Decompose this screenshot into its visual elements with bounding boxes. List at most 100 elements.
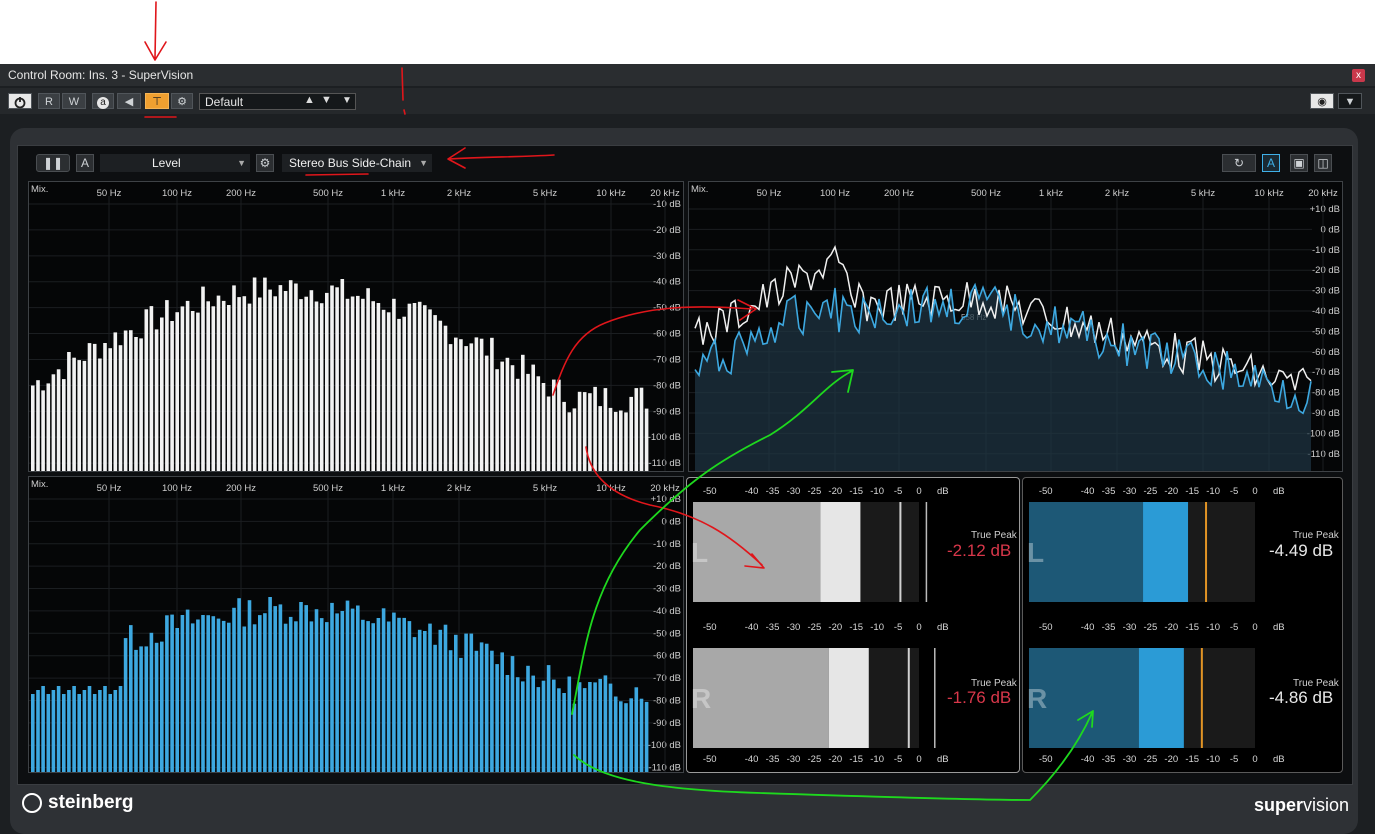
spectrum-bar <box>211 306 216 471</box>
red-arrow-top <box>144 1 167 61</box>
spectrum-bar <box>82 690 87 772</box>
db-tick-label: -90 dB <box>653 406 681 417</box>
spectrum-bar <box>309 290 314 471</box>
spectrum-bar <box>165 615 169 772</box>
freq-tick-label: 50 Hz <box>97 483 122 494</box>
spectrum-bar <box>402 316 406 471</box>
spectrum-bar <box>376 303 381 471</box>
meter-scale-bottom: -40 <box>1081 754 1095 765</box>
refresh-icon: ↻ <box>1233 156 1245 170</box>
spectrum-bar <box>577 682 582 772</box>
refresh-button[interactable]: ↻ <box>1222 154 1256 172</box>
spectrum-bar <box>170 614 174 772</box>
spectrum-bar <box>299 299 303 471</box>
read-button[interactable]: R <box>38 93 60 109</box>
spectrum-bar <box>92 343 97 471</box>
level-meter-panel-right[interactable]: -50 -40 -35 -30 -25 -20 -15 -10 -5 0 dB -50 -40 -35 -3… <box>1022 477 1343 773</box>
spectrum-curve-panel[interactable]: +10 dB 0 dB -10 dB -20 dB -30 dB -40 dB -50 dB… <box>688 181 1343 472</box>
meter-scale-mid1: -10 <box>870 622 884 633</box>
a-button[interactable]: A <box>76 154 94 172</box>
spectrum-bar <box>572 408 577 471</box>
meter-scale-bottom: -50 <box>703 754 717 765</box>
close-button[interactable]: x <box>1352 69 1365 82</box>
spectrum-bar <box>237 598 241 772</box>
spectrum-bar <box>247 600 252 772</box>
spectrum-bar <box>392 298 396 471</box>
side-chain-arrow-button[interactable]: ◀ <box>117 93 141 109</box>
meter-scale-mid1: -5 <box>894 622 902 633</box>
db-tick-label: -110 dB <box>1307 449 1340 460</box>
snapshot-menu-button[interactable]: ▼ <box>1338 93 1362 109</box>
spectrum-bar <box>72 686 76 772</box>
spectrum-bar <box>536 687 541 772</box>
spectrum-bar <box>366 288 370 471</box>
freq-tick-label: 500 Hz <box>313 188 343 199</box>
spectrum-bar <box>629 396 633 471</box>
meter-fill <box>1029 502 1144 602</box>
spectrum-bar <box>356 295 360 471</box>
spectrum-bars-white-panel[interactable]: -10 dB -20 dB -30 dB -40 dB -50 dB -60 dB -70 … <box>28 181 684 472</box>
side-chain-selector[interactable]: Stereo Bus Side-Chain ▼ <box>282 154 432 172</box>
layout-right-button[interactable]: ◫ <box>1314 154 1332 172</box>
spectrum-bar <box>41 686 45 772</box>
meter-channel-l: L <box>1027 537 1044 568</box>
spectrum-bar <box>154 329 159 471</box>
spectrum-bar <box>196 619 200 772</box>
spectrum-bar <box>392 612 396 772</box>
freq-tick-label: 10 kHz <box>596 483 626 494</box>
steinberg-logo-icon <box>22 793 42 813</box>
spectrum-bar <box>294 621 298 772</box>
spectrum-bar <box>603 388 608 471</box>
meter-channel-l: L <box>691 537 708 568</box>
spectrum-bar <box>438 320 443 471</box>
preset-menu-icon[interactable]: ▼ <box>342 95 352 106</box>
meter-scale-top: -50 <box>1039 486 1053 497</box>
spectrum-bar <box>87 686 92 772</box>
spectrum-bar <box>299 602 303 772</box>
spectrum-bar <box>381 608 386 772</box>
spectrum-bar <box>129 625 133 772</box>
preset-down-icon[interactable]: ▼ <box>321 94 332 106</box>
level-meter-panel-left[interactable]: -50 -40 -35 -30 -25 -20 -15 -10 -5 0 dB -50 -40 -35 -3… <box>686 477 1020 773</box>
spectrum-bar <box>258 297 262 471</box>
spectrum-bar <box>386 312 391 471</box>
spectrum-bar <box>144 309 149 471</box>
pause-button[interactable]: ❚❚ <box>36 154 70 172</box>
spectrum-bar <box>464 633 468 772</box>
db-tick-label: -20 dB <box>653 561 681 572</box>
spectrum-bar <box>72 357 76 471</box>
meter-scale-top: -20 <box>1164 486 1178 497</box>
power-button[interactable] <box>8 93 32 109</box>
meter-fill <box>693 502 821 602</box>
meter-scale-mid1: -40 <box>745 622 759 633</box>
level-meters-grey: -50 -40 -35 -30 -25 -20 -15 -10 -5 0 dB-50 -40 -35 -3… <box>691 486 949 765</box>
snapshot-button[interactable]: ◉ <box>1310 93 1334 109</box>
spectrum-bar <box>624 412 628 471</box>
meter-scale-top: -15 <box>1185 486 1199 497</box>
meter-fill <box>693 648 829 748</box>
settings-button[interactable]: ⚙ <box>171 93 193 109</box>
meter-scale-top: -40 <box>745 486 759 497</box>
spectrum-bar <box>490 337 494 471</box>
preset-up-icon[interactable]: ▲ <box>304 94 315 106</box>
spectrum-bar <box>123 638 128 772</box>
preset-selector[interactable]: Default ▲ ▼ ▼ <box>199 93 356 110</box>
meter-scale-bottom: -20 <box>1164 754 1178 765</box>
spectrum-bar <box>36 690 40 772</box>
bypass-button[interactable]: ⊤ <box>145 93 169 109</box>
spectrum-bar <box>469 343 474 471</box>
spectrum-bar <box>423 305 427 471</box>
write-button[interactable]: W <box>62 93 86 109</box>
spectrum-bar <box>211 616 216 772</box>
freq-tick-label: 500 Hz <box>971 188 1001 199</box>
module-selector[interactable]: Level ▼ <box>100 154 250 172</box>
module-settings-button[interactable]: ⚙ <box>256 154 274 172</box>
spectrum-bar <box>629 698 633 772</box>
spectrum-bar <box>56 369 61 471</box>
spectrum-bars-blue-panel[interactable]: +10 dB 0 dB -10 dB -20 dB -30 dB -40 dB -50 dB… <box>28 476 684 773</box>
spectrum-bar <box>41 390 45 471</box>
ab-compare-button[interactable]: A <box>1262 154 1280 172</box>
layout-bottom-button[interactable]: ▣ <box>1290 154 1308 172</box>
spectrum-bar <box>521 354 525 471</box>
auto-button[interactable]: a <box>92 93 114 109</box>
